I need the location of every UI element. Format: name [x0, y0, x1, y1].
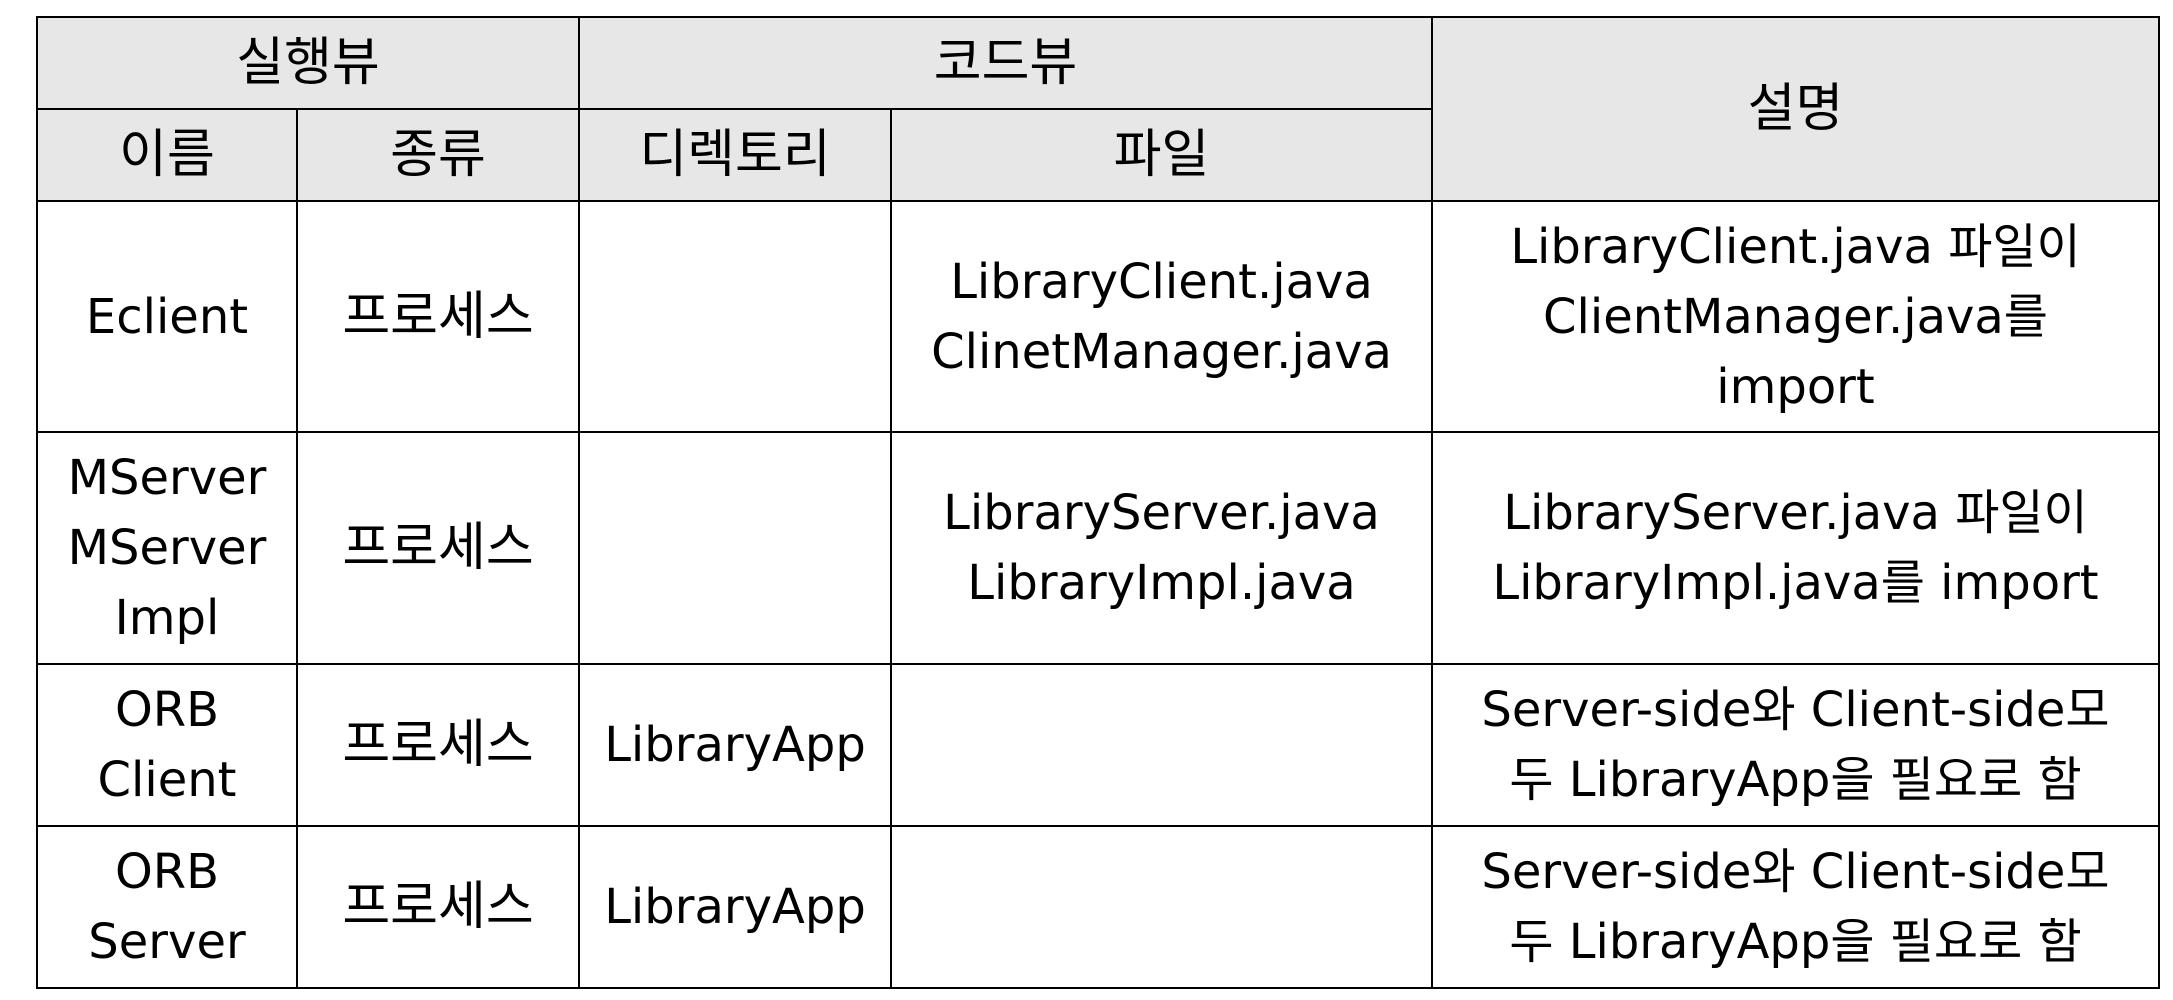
header-file: 파일 [890, 108, 1433, 202]
cell-description-line: Server-side와 Client-side모 [1481, 682, 2110, 738]
cell-kind: 프로세스 [296, 200, 580, 433]
cell-file-line: LibraryClient.java [950, 253, 1373, 310]
header-description: 설명 [1431, 16, 2160, 202]
cell-description-line: Server-side와 Client-side모 [1481, 844, 2110, 900]
cell-name: ORB Client [36, 663, 298, 827]
cell-description-line: LibraryImpl.java를 import [1492, 555, 2099, 611]
cell-name-line: Impl [114, 590, 220, 646]
cell-file: LibraryClient.java ClinetManager.java [890, 200, 1433, 433]
cell-description: Server-side와 Client-side모 두 LibraryApp을 … [1431, 663, 2160, 827]
cell-name-line: ORB [114, 844, 220, 900]
table-row: ORB Server 프로세스 LibraryApp Server-side와 … [36, 825, 2160, 989]
cell-kind: 프로세스 [296, 825, 580, 989]
cell-name: ORB Server [36, 825, 298, 989]
view-mapping-table: 실행뷰 코드뷰 설명 이름 종류 디렉토리 파일 Eclient 프로세스 Li… [36, 16, 2160, 989]
header-row-groups: 실행뷰 코드뷰 설명 [36, 16, 2160, 202]
cell-description-line: 두 LibraryApp을 필요로 함 [1509, 914, 2082, 970]
header-directory: 디렉토리 [578, 108, 892, 202]
header-name: 이름 [36, 108, 298, 202]
cell-directory [578, 431, 892, 665]
cell-description-line: ClientManager.java를 [1543, 288, 2048, 345]
cell-directory: LibraryApp [578, 663, 892, 827]
cell-file: LibraryServer.java LibraryImpl.java [890, 431, 1433, 665]
cell-description-line: import [1716, 358, 1875, 415]
cell-description-line: LibraryClient.java 파일이 [1510, 218, 2081, 275]
cell-name-line: MServer [67, 450, 267, 506]
cell-kind: 프로세스 [296, 663, 580, 827]
cell-description-line: 두 LibraryApp을 필요로 함 [1509, 752, 2082, 808]
cell-description: LibraryClient.java 파일이 ClientManager.jav… [1431, 200, 2160, 433]
table-row: Eclient 프로세스 LibraryClient.java ClinetMa… [36, 200, 2160, 433]
cell-file-line: LibraryImpl.java [967, 555, 1356, 611]
cell-name-line: ORB [114, 682, 220, 738]
cell-name-line: Client [97, 752, 237, 808]
cell-name: Eclient [36, 200, 298, 433]
cell-name-line: MServer [67, 520, 267, 576]
table-row: ORB Client 프로세스 LibraryApp Server-side와 … [36, 663, 2160, 827]
header-runtime-view: 실행뷰 [36, 16, 580, 110]
cell-file [890, 663, 1433, 827]
cell-directory [578, 200, 892, 433]
cell-description: LibraryServer.java 파일이 LibraryImpl.java를… [1431, 431, 2160, 665]
cell-name-line: Eclient [85, 288, 249, 345]
cell-file-line: LibraryServer.java [943, 485, 1380, 541]
cell-name: MServer MServer Impl [36, 431, 298, 665]
cell-description-line: LibraryServer.java 파일이 [1503, 485, 2088, 541]
cell-description: Server-side와 Client-side모 두 LibraryApp을 … [1431, 825, 2160, 989]
cell-file-line: ClinetManager.java [931, 323, 1392, 380]
table-row: MServer MServer Impl 프로세스 LibraryServer.… [36, 431, 2160, 665]
cell-directory: LibraryApp [578, 825, 892, 989]
cell-file [890, 825, 1433, 989]
cell-kind: 프로세스 [296, 431, 580, 665]
header-kind: 종류 [296, 108, 580, 202]
cell-name-line: Server [88, 914, 246, 970]
header-code-view: 코드뷰 [578, 16, 1433, 110]
